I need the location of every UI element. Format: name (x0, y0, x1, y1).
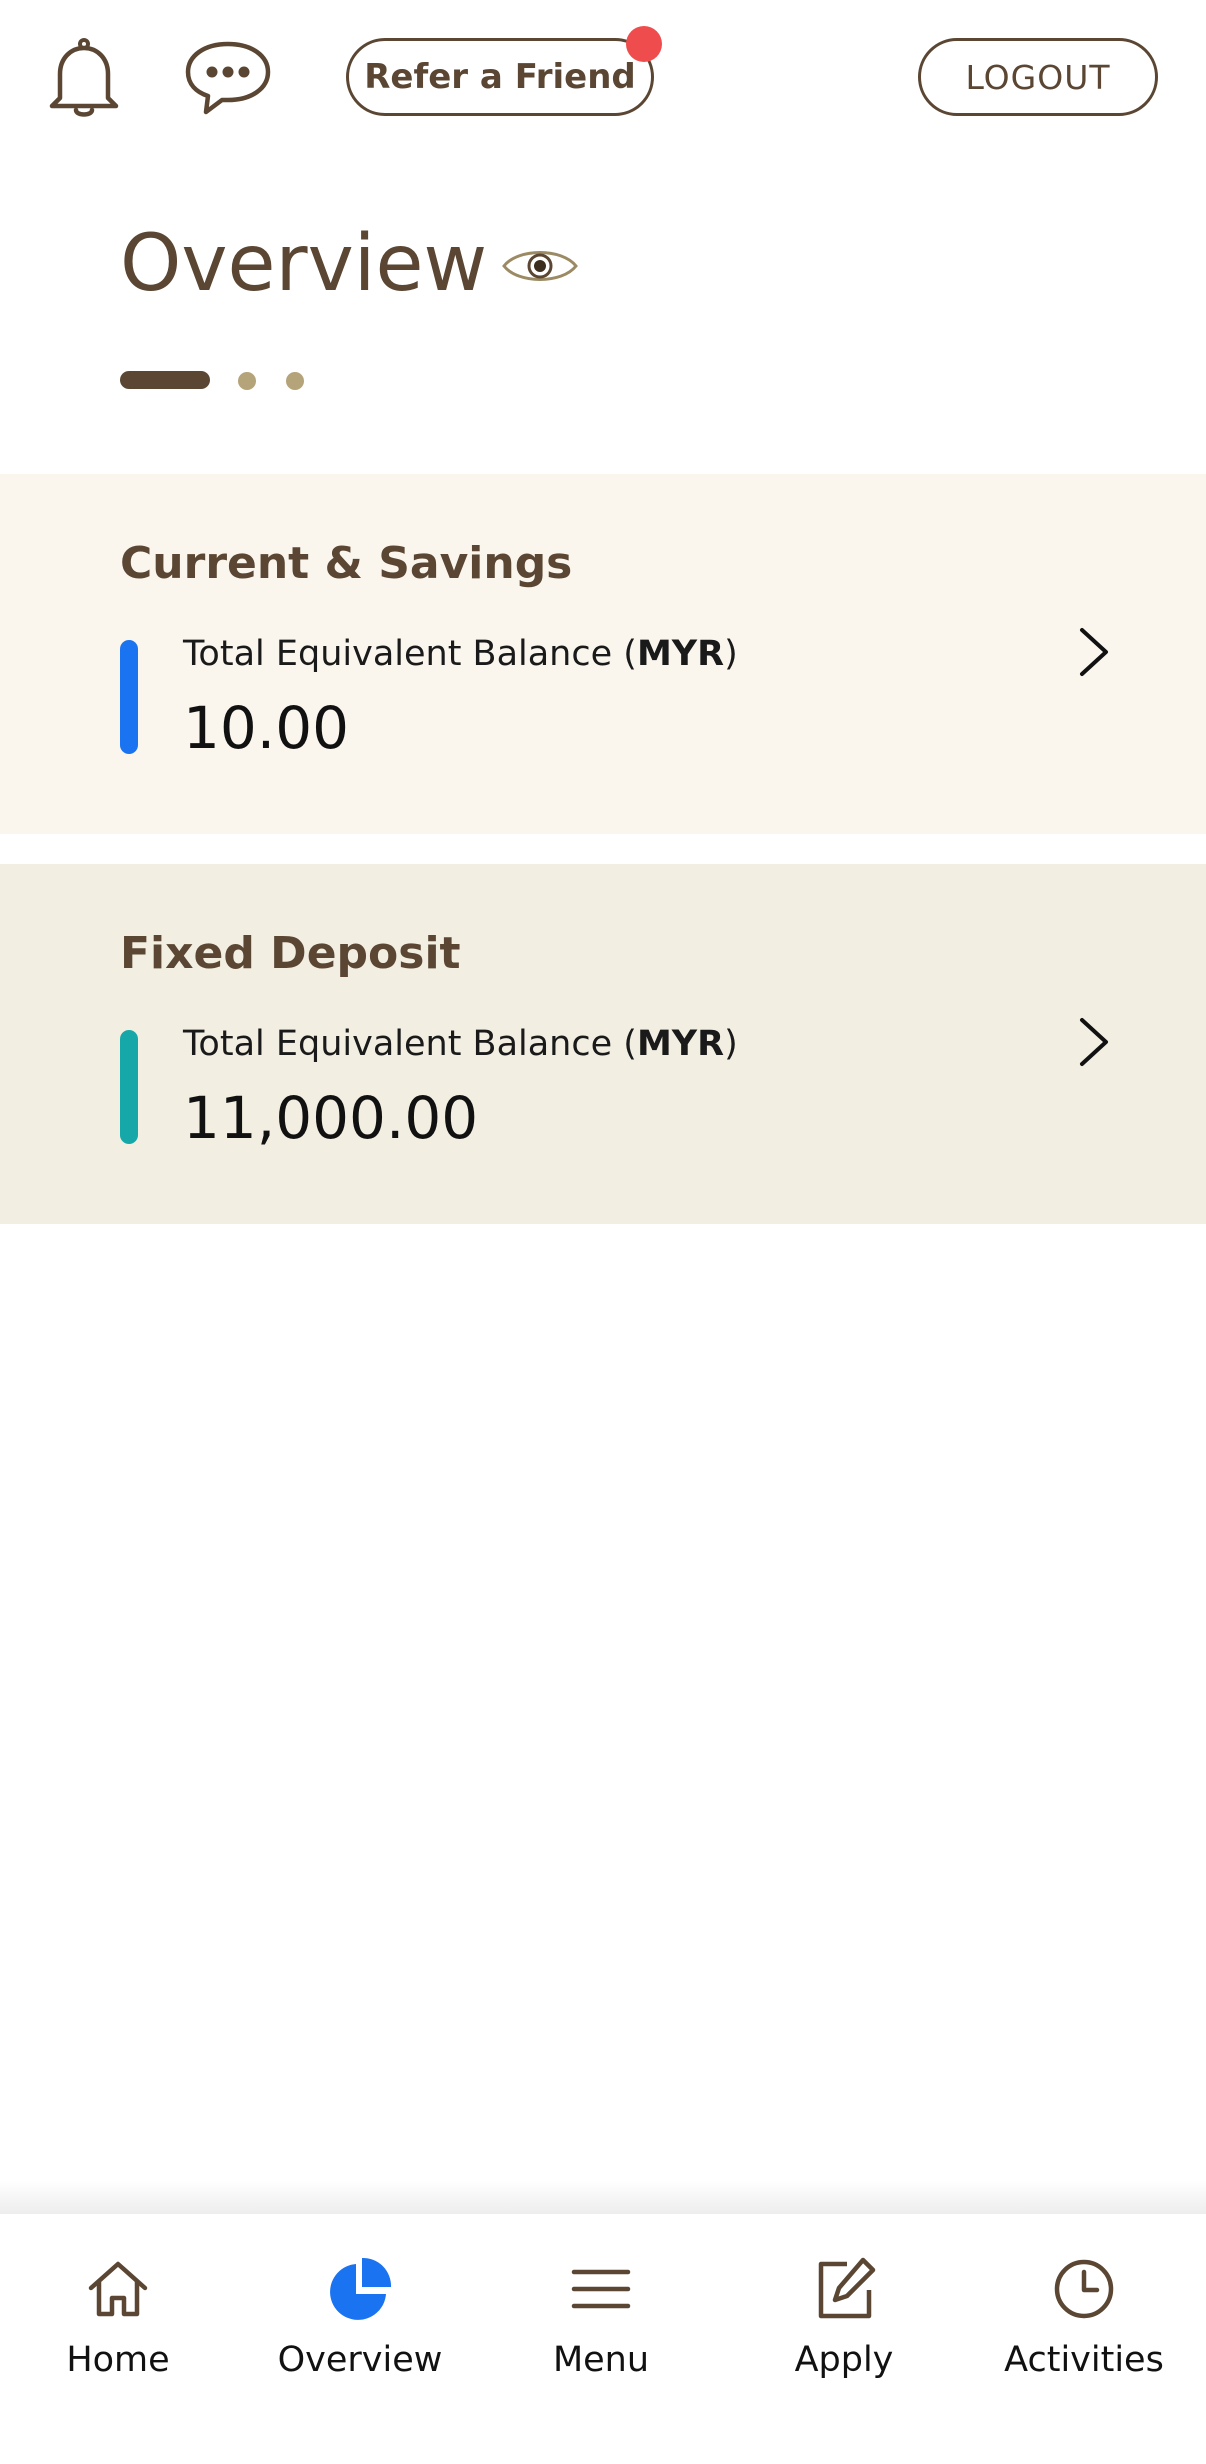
balance-label-suffix: ) (724, 1024, 738, 1064)
nav-label: Menu (552, 2340, 650, 2380)
logout-button[interactable]: LOGOUT (918, 38, 1158, 116)
overview-screen: Refer a Friend LOGOUT Overview Current &… (0, 0, 1206, 2464)
page-title: Overview (120, 219, 488, 309)
card-balance-amount: 10.00 (183, 694, 350, 762)
balance-label-prefix: Total Equivalent Balance ( (183, 634, 637, 674)
refer-a-friend-button[interactable]: Refer a Friend (346, 38, 654, 116)
balance-label-suffix: ) (724, 634, 738, 674)
card-title: Fixed Deposit (120, 928, 461, 979)
card-balance-label: Total Equivalent Balance (MYR) (183, 634, 738, 674)
nav-item-home[interactable]: Home (18, 2254, 218, 2404)
chat-bubble-icon[interactable] (180, 38, 276, 118)
chevron-right-icon[interactable] (1074, 624, 1114, 680)
nav-label: Home (66, 2340, 170, 2380)
current-savings-card[interactable]: Current & Savings Total Equivalent Balan… (0, 474, 1206, 834)
nav-label: Apply (794, 2340, 894, 2380)
nav-label: Activities (1004, 2340, 1164, 2380)
card-balance-amount: 11,000.00 (183, 1084, 479, 1152)
chevron-right-icon[interactable] (1074, 1014, 1114, 1070)
card-accent-bar (120, 1030, 138, 1144)
top-bar: Refer a Friend LOGOUT (0, 0, 1206, 160)
nav-item-overview[interactable]: Overview (260, 2254, 460, 2404)
home-icon (83, 2254, 153, 2324)
currency-code: MYR (636, 1024, 725, 1064)
hamburger-menu-icon (566, 2254, 636, 2324)
edit-form-icon (809, 2254, 879, 2324)
card-balance-label: Total Equivalent Balance (MYR) (183, 1024, 738, 1064)
clock-icon (1049, 2254, 1119, 2324)
logout-label: LOGOUT (965, 57, 1111, 97)
bottom-navigation: Home Overview Menu Apply Activities (0, 2214, 1206, 2464)
balance-label-prefix: Total Equivalent Balance ( (183, 1024, 637, 1064)
card-accent-bar (120, 640, 138, 754)
card-title: Current & Savings (120, 538, 573, 589)
pager-active-indicator[interactable] (120, 371, 210, 389)
eye-icon[interactable] (500, 240, 580, 292)
pager-dot[interactable] (238, 372, 256, 390)
nav-item-activities[interactable]: Activities (984, 2254, 1184, 2404)
nav-label: Overview (277, 2340, 443, 2380)
nav-item-apply[interactable]: Apply (744, 2254, 944, 2404)
pie-chart-icon (325, 2254, 395, 2324)
bottom-nav-shadow (0, 2180, 1206, 2214)
notification-dot (626, 26, 662, 62)
notification-bell-icon[interactable] (44, 36, 124, 120)
nav-item-menu[interactable]: Menu (501, 2254, 701, 2404)
pager-dot[interactable] (286, 372, 304, 390)
refer-a-friend-label: Refer a Friend (364, 57, 636, 97)
currency-code: MYR (636, 634, 725, 674)
fixed-deposit-card[interactable]: Fixed Deposit Total Equivalent Balance (… (0, 864, 1206, 1224)
